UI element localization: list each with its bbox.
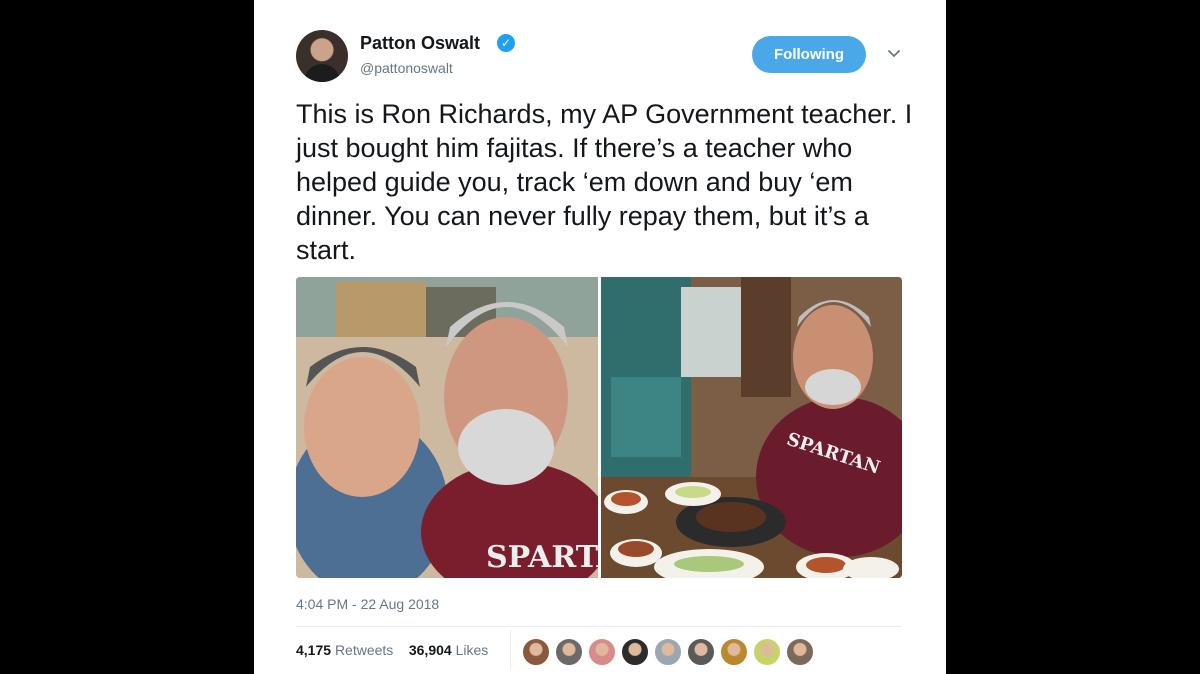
shirt-text: SPARTA — [486, 540, 598, 575]
liker-avatars — [522, 638, 814, 666]
tweet-timestamp[interactable]: 4:04 PM - 22 Aug 2018 — [296, 596, 439, 612]
likes-stat[interactable]: 36,904 Likes — [409, 642, 488, 658]
author-name[interactable]: Patton Oswalt — [360, 33, 480, 54]
photo-restaurant[interactable]: SPARTAN — [601, 277, 902, 578]
likes-label: Likes — [455, 642, 489, 658]
liker-avatar[interactable] — [555, 638, 583, 666]
liker-avatar[interactable] — [720, 638, 748, 666]
retweets-label: Retweets — [334, 642, 394, 658]
author-handle[interactable]: @pattonoswalt — [360, 60, 453, 76]
photo-selfie[interactable]: SPARTA — [296, 277, 598, 578]
liker-avatar[interactable] — [588, 638, 616, 666]
divider — [296, 626, 902, 627]
verified-badge-icon: ✓ — [497, 34, 515, 52]
likes-count: 36,904 — [408, 642, 452, 658]
avatar[interactable] — [296, 30, 348, 82]
tweet-media[interactable]: SPARTA SPARTAN — [296, 277, 902, 578]
avatar-shoulders — [304, 64, 340, 82]
liker-avatar[interactable] — [753, 638, 781, 666]
tweet-stats: 4,175 Retweets 36,904 Likes — [296, 642, 488, 658]
stats-separator — [510, 630, 511, 670]
tweet-text: This is Ron Richards, my AP Government t… — [296, 99, 913, 265]
tweet-card: Patton Oswalt ✓ @pattonoswalt Following … — [254, 0, 946, 674]
liker-avatar[interactable] — [687, 638, 715, 666]
liker-avatar[interactable] — [654, 638, 682, 666]
retweets-stat[interactable]: 4,175 Retweets — [296, 642, 393, 658]
liker-avatar[interactable] — [522, 638, 550, 666]
liker-avatar[interactable] — [786, 638, 814, 666]
chevron-down-icon[interactable] — [886, 45, 902, 61]
retweets-count: 4,175 — [296, 642, 332, 658]
liker-avatar[interactable] — [621, 638, 649, 666]
following-button[interactable]: Following — [752, 36, 866, 73]
